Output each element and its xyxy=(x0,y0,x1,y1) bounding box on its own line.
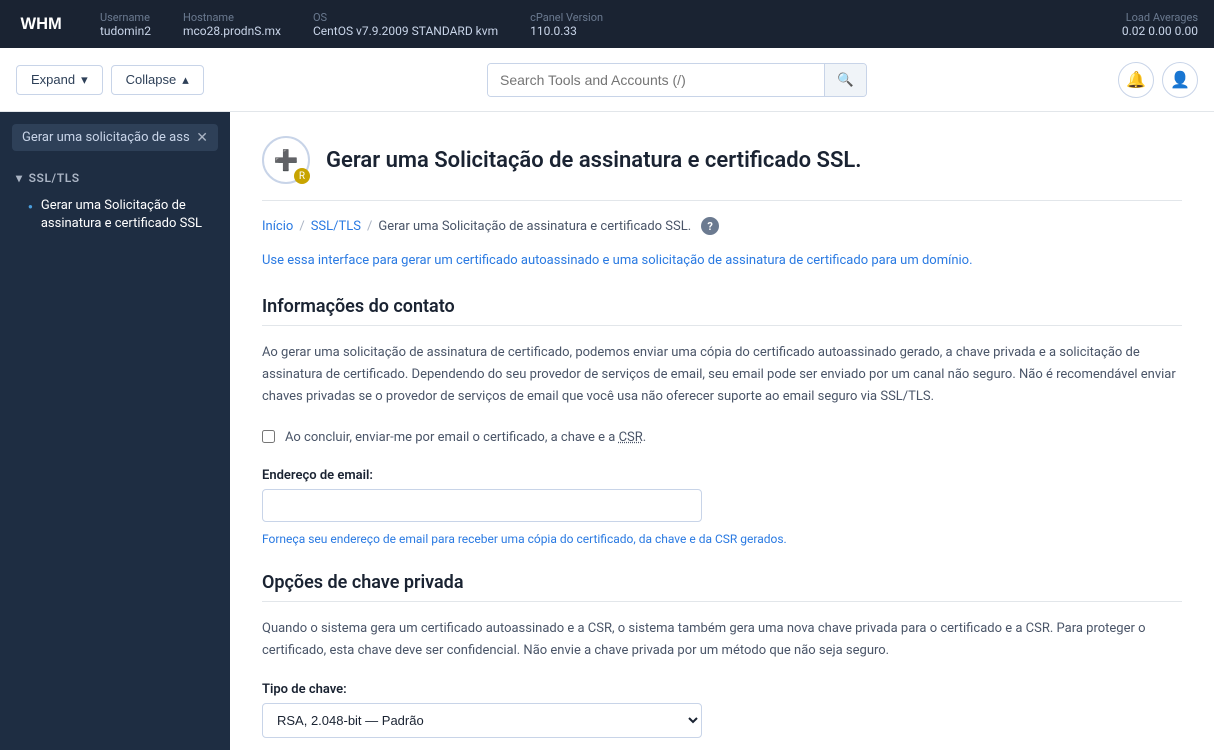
meta-os: OS CentOS v7.9.2009 STANDARD kvm xyxy=(313,11,498,38)
top-bar: WHM Username tudomin2 Hostname mco28.pro… xyxy=(0,0,1214,48)
load-averages: Load Averages 0.02 0.00 0.00 xyxy=(1122,11,1198,38)
sidebar-tag: Gerar uma solicitação de ass ✕ xyxy=(12,124,218,151)
bell-button[interactable]: 🔔 xyxy=(1118,62,1154,98)
sidebar-section-ssltls[interactable]: ▾ SSL/TLS xyxy=(0,163,230,189)
close-tag-button[interactable]: ✕ xyxy=(196,131,208,145)
search-input[interactable] xyxy=(488,64,824,96)
header: Expand ▾ Collapse ▴ 🔍 🔔 👤 xyxy=(0,48,1214,112)
main-content: ➕ R Gerar uma Solicitação de assinatura … xyxy=(230,112,1214,750)
key-type-select[interactable]: RSA, 2.048-bit — Padrão RSA, 4.096-bit E… xyxy=(262,703,702,738)
search-icon: 🔍 xyxy=(837,72,854,87)
email-input[interactable] xyxy=(262,489,702,522)
user-button[interactable]: 👤 xyxy=(1162,62,1198,98)
header-search: 🔍 xyxy=(248,63,1106,97)
contact-body: Ao gerar uma solicitação de assinatura d… xyxy=(262,342,1182,408)
intro-text: Use essa interface para gerar um certifi… xyxy=(262,251,1182,272)
private-key-body: Quando o sistema gera um certificado aut… xyxy=(262,618,1182,662)
email-checkbox-label[interactable]: Ao concluir, enviar-me por email o certi… xyxy=(285,428,646,448)
page-header: ➕ R Gerar uma Solicitação de assinatura … xyxy=(262,136,1182,201)
header-left: Expand ▾ Collapse ▴ xyxy=(16,65,236,95)
chevron-down-icon: ▾ xyxy=(81,72,88,88)
chevron-up-icon: ▴ xyxy=(182,72,189,88)
key-type-label: Tipo de chave: xyxy=(262,682,1182,697)
page-title: Gerar uma Solicitação de assinatura e ce… xyxy=(326,148,862,173)
meta-cpanel: cPanel Version 110.0.33 xyxy=(530,11,603,38)
help-icon[interactable]: ? xyxy=(701,217,719,235)
email-checkbox-row: Ao concluir, enviar-me por email o certi… xyxy=(262,428,1182,448)
bell-icon: 🔔 xyxy=(1126,70,1146,89)
private-key-heading: Opções de chave privada xyxy=(262,572,1182,602)
whm-logo: WHM xyxy=(16,8,76,41)
page-icon: ➕ R xyxy=(262,136,310,184)
meta-group: Username tudomin2 Hostname mco28.prodnS.… xyxy=(100,11,1122,38)
search-button[interactable]: 🔍 xyxy=(824,64,866,96)
user-icon: 👤 xyxy=(1170,70,1190,89)
header-icons: 🔔 👤 xyxy=(1118,62,1198,98)
search-box: 🔍 xyxy=(487,63,867,97)
breadcrumb-home[interactable]: Início xyxy=(262,219,293,234)
breadcrumb-current: Gerar uma Solicitação de assinatura e ce… xyxy=(378,219,691,234)
bullet-icon: ● xyxy=(28,201,33,212)
page-icon-badge: R xyxy=(294,168,310,184)
expand-button[interactable]: Expand ▾ xyxy=(16,65,103,95)
email-checkbox[interactable] xyxy=(262,430,275,443)
contact-heading: Informações do contato xyxy=(262,296,1182,326)
main-layout: Gerar uma solicitação de ass ✕ ▾ SSL/TLS… xyxy=(0,112,1214,750)
svg-text:WHM: WHM xyxy=(21,15,62,33)
email-label: Endereço de email: xyxy=(262,468,1182,483)
breadcrumb-ssltls[interactable]: SSL/TLS xyxy=(311,219,361,234)
email-hint: Forneça seu endereço de email para receb… xyxy=(262,530,1182,548)
meta-hostname: Hostname mco28.prodnS.mx xyxy=(183,11,281,38)
csr-abbr: CSR xyxy=(619,430,643,445)
plus-icon: ➕ xyxy=(274,148,299,172)
meta-username: Username tudomin2 xyxy=(100,11,151,38)
breadcrumb: Início / SSL/TLS / Gerar uma Solicitação… xyxy=(262,217,1182,235)
sidebar-item-gerar[interactable]: ● Gerar uma Solicitação de assinatura e … xyxy=(0,189,230,241)
collapse-button[interactable]: Collapse ▴ xyxy=(111,65,204,95)
sidebar: Gerar uma solicitação de ass ✕ ▾ SSL/TLS… xyxy=(0,112,230,750)
chevron-down-icon: ▾ xyxy=(16,171,23,185)
